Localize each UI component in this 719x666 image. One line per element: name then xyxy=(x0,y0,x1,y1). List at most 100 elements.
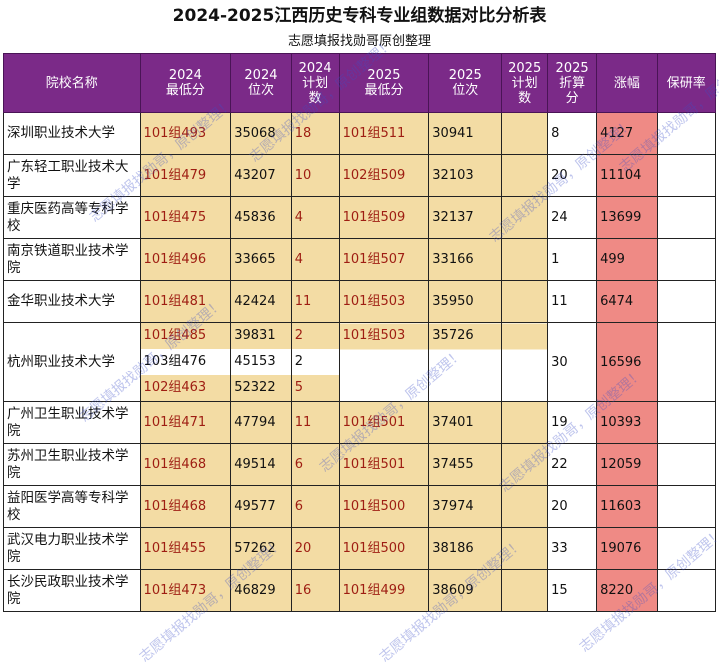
group-plan-value: 5 xyxy=(292,375,339,401)
table-row: 广州卫生职业技术学院 101组471 47794 11 101组501 37401 19 10… xyxy=(3,401,717,444)
cell-rise: 12059 xyxy=(596,443,658,486)
group-rank-value: 39831 xyxy=(231,323,291,349)
header-rank2024[interactable]: 2024 位次 xyxy=(230,53,292,113)
table-row: 广东轻工职业技术大学 101组479 43207 10 102组509 32103 20 11… xyxy=(3,154,717,197)
group-plan-value: 2 xyxy=(292,349,339,375)
cell-rise: 6474 xyxy=(596,280,658,323)
cell-discount2025: 1 xyxy=(547,238,598,281)
cell-plan2024: 6 xyxy=(290,443,340,486)
cell-school: 长沙民政职业技术学院 xyxy=(3,569,141,612)
group-min-value: 102组463 xyxy=(141,375,230,401)
cell-min2025: 101组500 xyxy=(338,527,430,570)
comparison-table: 院校名称 2024 最低分 2024 位次 2024 计划 数 2025 最低分… xyxy=(3,53,717,612)
cell-min2025: 101组503 xyxy=(338,280,430,323)
cell-plan2025 xyxy=(501,154,549,197)
cell-discount2025: 19 xyxy=(547,401,598,444)
cell-min2025: 101组499 xyxy=(338,569,430,612)
page-title: 2024-2025江西历史专科专业组数据对比分析表 xyxy=(172,6,547,26)
header-min2024[interactable]: 2024 最低分 xyxy=(139,53,232,113)
page-subtitle: 志愿填报找勋哥原创整理 xyxy=(287,34,431,49)
cell-plan2025 xyxy=(501,401,549,444)
header-ratio[interactable]: 保研率 xyxy=(656,53,717,113)
cell-plan2024: 11 xyxy=(290,280,340,323)
cell-rank2025: 37455 xyxy=(428,443,503,486)
header-row: 院校名称 2024 最低分 2024 位次 2024 计划 数 2025 最低分… xyxy=(3,53,717,113)
cell-plan2025 xyxy=(501,569,549,612)
header-rank2025[interactable]: 2025 位次 xyxy=(428,53,503,113)
cell-rank2024: 42424 xyxy=(230,280,292,323)
cell-ratio xyxy=(656,238,717,281)
cell-school: 深圳职业技术大学 xyxy=(3,112,141,155)
cell-rank2025: 33166 xyxy=(428,238,503,281)
cell-plan2024: 6 xyxy=(290,485,340,528)
table-row: 益阳医学高等专科学校 101组468 49577 6 101组500 37974 20 116… xyxy=(3,485,717,528)
table-row: 深圳职业技术大学 101组493 35068 18 101组511 30941 8 4127 xyxy=(3,112,717,155)
cell-plan2024-group: 225 xyxy=(290,322,340,402)
cell-rank2025: 37974 xyxy=(428,485,503,528)
cell-plan2024: 10 xyxy=(290,154,340,197)
cell-rise: 8220 xyxy=(596,569,658,612)
cell-min2024: 101组496 xyxy=(139,238,232,281)
cell-school: 重庆医药高等专科学校 xyxy=(3,196,141,239)
table-row: 苏州卫生职业技术学院 101组468 49514 6 101组501 37455 22 120… xyxy=(3,443,717,486)
cell-min2024: 101组468 xyxy=(139,485,232,528)
cell-rise: 10393 xyxy=(596,401,658,444)
cell-school: 杭州职业技术大学 xyxy=(3,322,141,402)
cell-rise: 16596 xyxy=(596,322,658,402)
cell-school: 金华职业技术大学 xyxy=(3,280,141,323)
cell-ratio xyxy=(656,401,717,444)
cell-discount2025: 30 xyxy=(547,322,598,402)
cell-school: 武汉电力职业技术学院 xyxy=(3,527,141,570)
cell-ratio xyxy=(656,569,717,612)
cell-discount2025: 20 xyxy=(547,485,598,528)
cell-ratio xyxy=(656,154,717,197)
table-row: 杭州职业技术大学 101组485 103组476 102组463 39831 45153 5… xyxy=(3,322,717,402)
cell-ratio xyxy=(656,196,717,239)
cell-discount2025: 15 xyxy=(547,569,598,612)
cell-rank2025: 38186 xyxy=(428,527,503,570)
cell-rank2025: 37401 xyxy=(428,401,503,444)
header-discount2025[interactable]: 2025 折算 分 xyxy=(547,53,598,113)
cell-plan2024: 4 xyxy=(290,196,340,239)
cell-plan2025 xyxy=(501,527,549,570)
cell-rank2025: 38609 xyxy=(428,569,503,612)
cell-rise: 11603 xyxy=(596,485,658,528)
cell-plan2025 xyxy=(501,485,549,528)
cell-plan2025 xyxy=(501,443,549,486)
cell-min2025: 101组501 xyxy=(338,443,430,486)
cell-min2025: 101组511 xyxy=(338,112,430,155)
cell-discount2025: 33 xyxy=(547,527,598,570)
cell-min2025: 101组503 xyxy=(338,322,430,402)
cell-plan2024: 11 xyxy=(290,401,340,444)
cell-rank2024: 45836 xyxy=(230,196,292,239)
group-rank-value: 45153 xyxy=(231,349,291,375)
cell-min2024-group: 101组485 103组476 102组463 xyxy=(139,322,232,402)
header-rise[interactable]: 涨幅 xyxy=(596,53,658,113)
cell-rank2025: 32103 xyxy=(428,154,503,197)
group-plan-value: 2 xyxy=(292,323,339,349)
header-school[interactable]: 院校名称 xyxy=(3,53,141,113)
cell-rise: 19076 xyxy=(596,527,658,570)
cell-school: 益阳医学高等专科学校 xyxy=(3,485,141,528)
header-plan2024[interactable]: 2024 计划 数 xyxy=(290,53,340,113)
cell-min2024: 101组468 xyxy=(139,443,232,486)
cell-plan2025 xyxy=(501,112,549,155)
cell-rank2025: 32137 xyxy=(428,196,503,239)
cell-discount2025: 11 xyxy=(547,280,598,323)
cell-ratio xyxy=(656,322,717,402)
cell-plan2024: 20 xyxy=(290,527,340,570)
header-min2025[interactable]: 2025 最低分 xyxy=(338,53,430,113)
cell-min2025: 101组500 xyxy=(338,485,430,528)
cell-plan2025 xyxy=(501,238,549,281)
cell-min2024: 101组479 xyxy=(139,154,232,197)
cell-discount2025: 24 xyxy=(547,196,598,239)
cell-rank2024: 47794 xyxy=(230,401,292,444)
cell-min2024: 101组473 xyxy=(139,569,232,612)
cell-plan2024: 18 xyxy=(290,112,340,155)
header-plan2025[interactable]: 2025 计划 数 xyxy=(501,53,549,113)
cell-ratio xyxy=(656,527,717,570)
cell-plan2024: 16 xyxy=(290,569,340,612)
cell-rise: 13699 xyxy=(596,196,658,239)
cell-rank2025: 35726 xyxy=(428,322,503,402)
cell-ratio xyxy=(656,485,717,528)
